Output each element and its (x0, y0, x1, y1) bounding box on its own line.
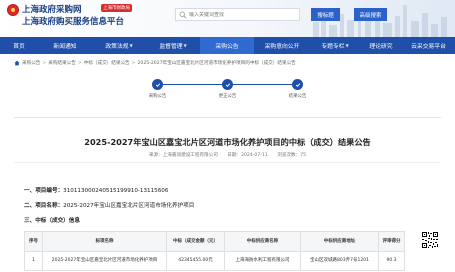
main-nav: 首页 新闻通知 政策法规 ▼ 监督管理 ▼ 采购公告 采购意向公开 专题专栏 ▼ 理论… (0, 37, 455, 54)
search-icon (179, 11, 187, 18)
table-header-cell: 标项名称 (42, 231, 167, 252)
home-icon (14, 60, 20, 66)
nav-item-research[interactable]: 理论研究 (360, 37, 402, 54)
chevron-down-icon: ▼ (345, 43, 349, 48)
nav-item-policy[interactable]: 政策法规 ▼ (92, 37, 146, 54)
search-box[interactable] (175, 8, 300, 21)
page-title: 2025-2027年宝山区嘉宝北片区河道市场化养护项目的中标（成交）结果公告 (84, 137, 371, 147)
document-date: 日期：2024-07-11 (227, 153, 268, 158)
document-source: 来源：上海嘉润建设工程有限公司 (148, 153, 218, 158)
progress-line (163, 84, 222, 86)
breadcrumb: 采购公告 > 采购结果公告 > 中标（成交）结果公告 > 2025-2027年宝… (14, 60, 296, 66)
divider (14, 162, 441, 163)
table-cell: 宝山区双城路803弄7号1201 (300, 251, 379, 271)
document-views: 浏览次数：75 (277, 153, 307, 158)
step-label[interactable]: 结果公告 (289, 93, 307, 99)
table-header-cell: 评审得分 (378, 231, 405, 252)
table-cell: 2025-2027年宝山区嘉宝北片区河道市场化养护项目 (42, 251, 167, 271)
qr-code-image (421, 231, 439, 249)
step-done-icon (222, 79, 233, 90)
step-done-icon (292, 79, 303, 90)
document-meta: 来源：上海嘉润建设工程有限公司 日期：2024-07-11 浏览次数：75 (0, 152, 455, 158)
table-cell: 90.3 (378, 251, 405, 271)
site-title-primary: 上海政府采购网 (22, 5, 82, 15)
table-cell: 42345455.00元 (166, 251, 225, 271)
table-cell: 1 (24, 251, 43, 271)
advanced-search-button[interactable]: 高级搜索 (354, 8, 387, 21)
nav-item-cloud-platform[interactable]: 云采交易平台 (402, 37, 455, 54)
table-header-row: 序号 标项名称 中标（成交金额（元） 中标供应商名称 中标供应商地址 评审得分 (24, 231, 405, 252)
emblem-logo (7, 4, 19, 16)
search-input[interactable] (189, 11, 289, 18)
search-title-button[interactable]: 搜标题 (311, 8, 340, 21)
announcement-progress: 采购公告 更正公告 结果公告 (149, 78, 306, 108)
breadcrumb-current: 2025-2027年宝山区嘉宝北片区河道市场化养护项目的中标（成交）结果公告 (137, 61, 296, 66)
step-label[interactable]: 采购公告 (149, 93, 167, 99)
nav-item-supervision[interactable]: 监督管理 ▼ (146, 37, 200, 54)
nav-item-special-topics[interactable]: 专题专栏 ▼ (310, 37, 360, 54)
nav-item-news[interactable]: 新闻通知 (38, 37, 92, 54)
table-cell: 上海海防水利工程有限公司 (224, 251, 301, 271)
project-number: 一、项目编号：310113000240515199910-13115606 (24, 188, 169, 194)
breadcrumb-item[interactable]: 采购结果公告 (48, 60, 76, 66)
table-header-cell: 中标（成交金额（元） (166, 231, 225, 252)
site-title-secondary: 上海政府购买服务信息平台 (22, 17, 125, 27)
chevron-down-icon: ▼ (129, 43, 133, 48)
divider (14, 117, 441, 118)
table-header-cell: 中标供应商名称 (224, 231, 301, 252)
table-header-cell: 序号 (24, 231, 43, 252)
nav-item-procurement-notice[interactable]: 采购公告 (200, 37, 254, 54)
nav-item-home[interactable]: 首页 (0, 37, 38, 54)
site-header: 上海政府采购网 上海市财政局 上海政府购买服务信息平台 搜标题 高级搜索 (0, 0, 455, 37)
breadcrumb-item[interactable]: 采购公告 (22, 60, 40, 66)
nav-item-intent-disclosure[interactable]: 采购意向公开 (254, 37, 310, 54)
chevron-down-icon: ▼ (183, 43, 187, 48)
award-table: 序号 标项名称 中标（成交金额（元） 中标供应商名称 中标供应商地址 评审得分 … (24, 231, 405, 271)
table-header-cell: 中标供应商地址 (300, 231, 379, 252)
progress-line (233, 84, 292, 86)
project-name: 二、项目名称：2025-2027年宝山区嘉宝北片区河道市场化养护项目 (24, 203, 195, 209)
step-done-icon (152, 79, 163, 90)
site-tag-badge: 上海市财政局 (101, 4, 132, 12)
table-row: 1 2025-2027年宝山区嘉宝北片区河道市场化养护项目 42345455.0… (24, 251, 405, 271)
award-section-heading: 三、中标（成交）信息 (24, 218, 80, 224)
breadcrumb-item[interactable]: 中标（成交）结果公告 (84, 60, 130, 66)
step-label[interactable]: 更正公告 (219, 93, 237, 99)
